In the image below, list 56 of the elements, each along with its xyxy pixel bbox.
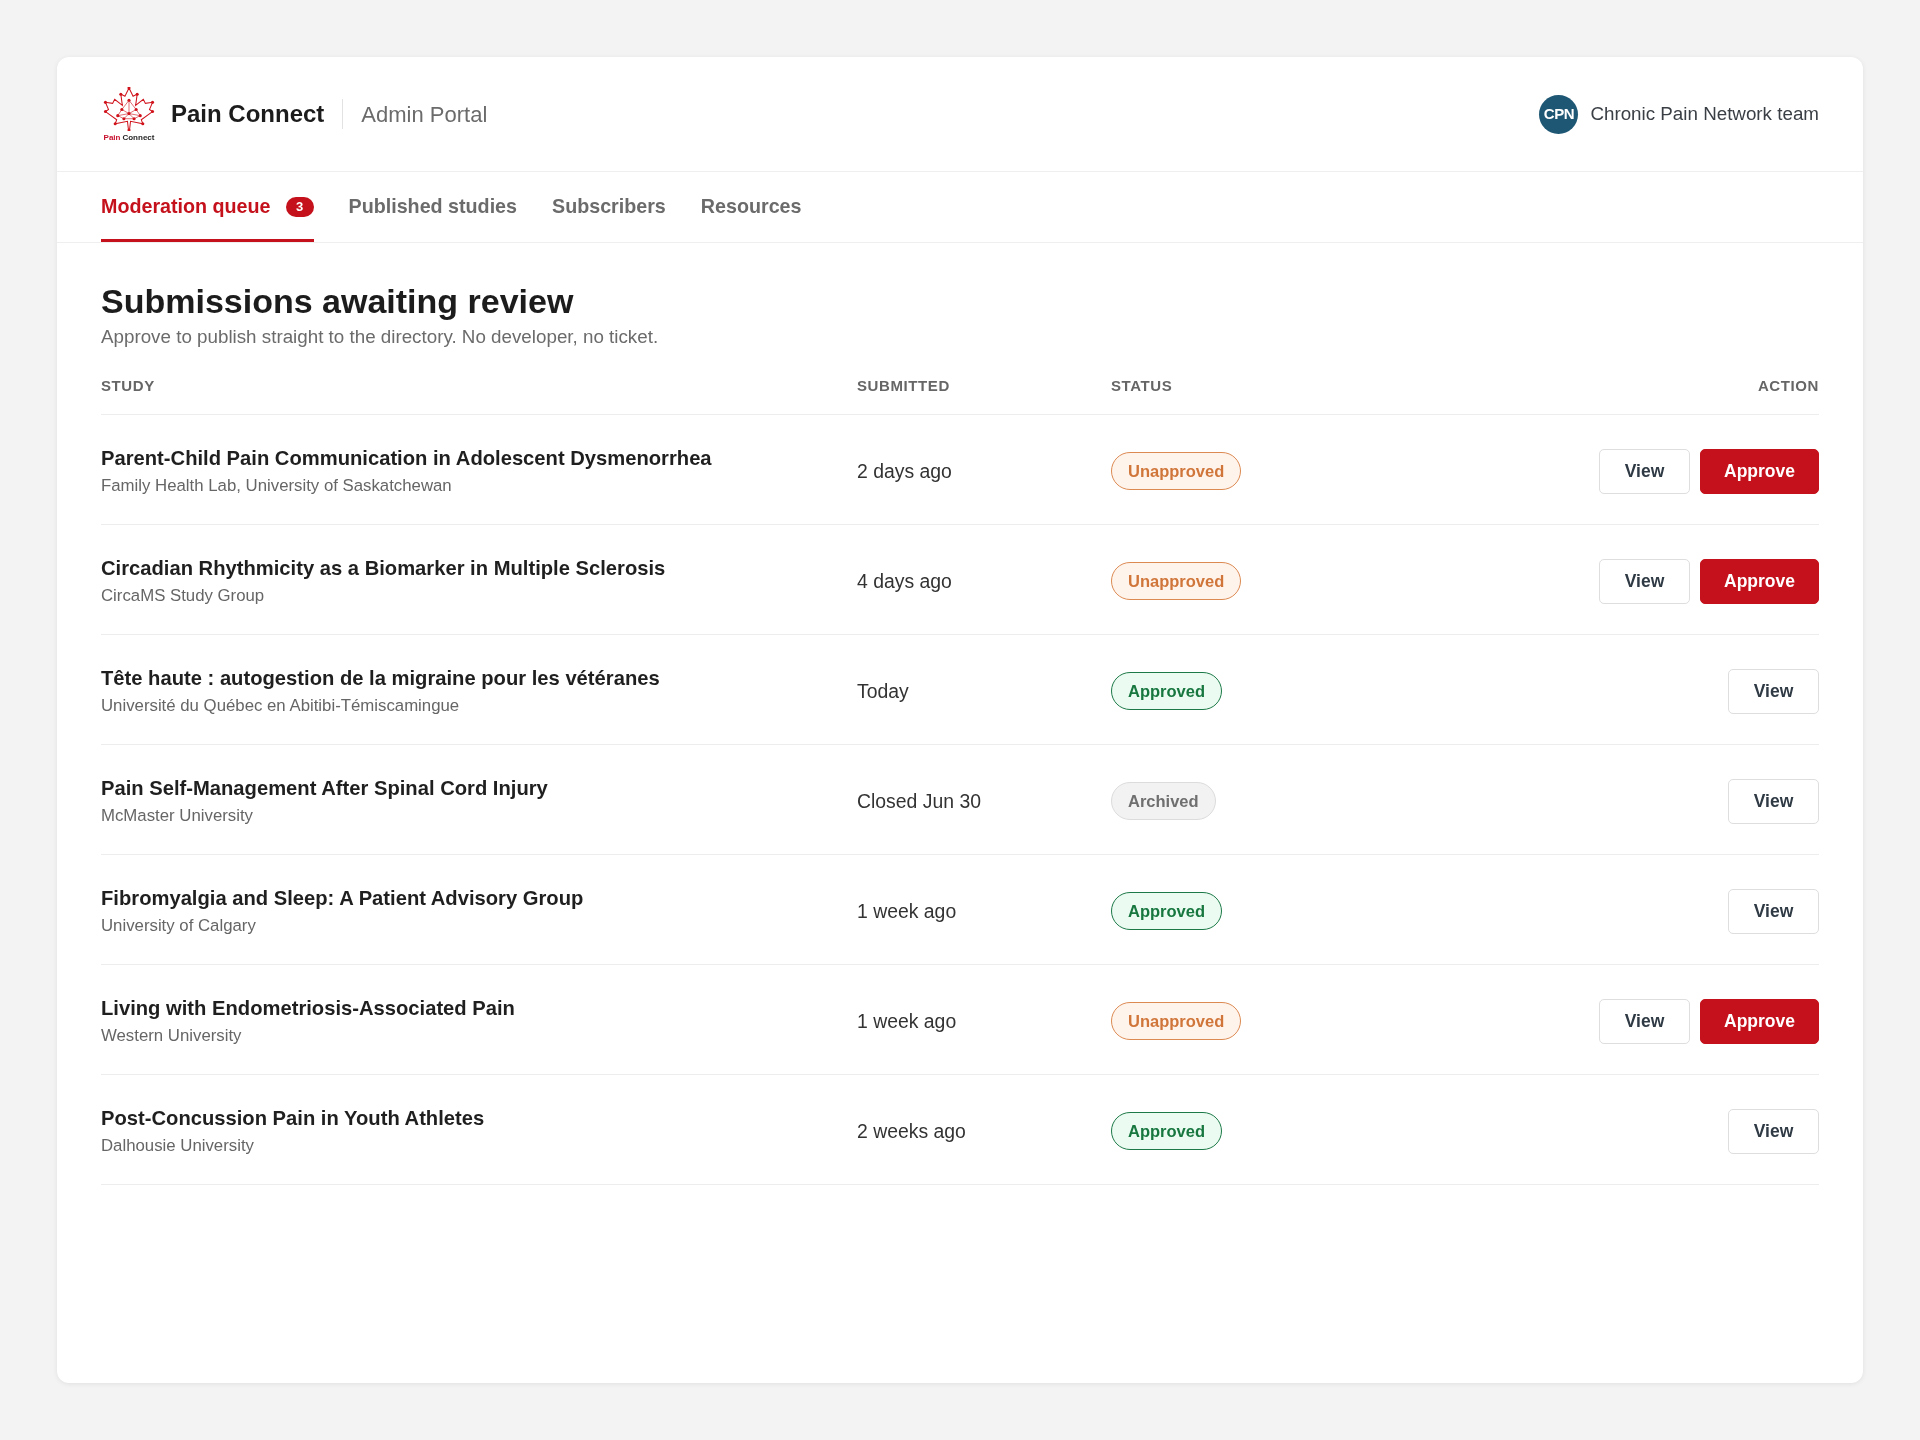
study-organization: Université du Québec en Abitibi-Témiscamingue	[101, 694, 460, 717]
column-header: ACTION	[1757, 377, 1819, 395]
view-button[interactable]: View	[1599, 998, 1690, 1044]
view-button[interactable]: View	[1599, 558, 1690, 604]
column-header: STATUS	[1111, 377, 1173, 395]
study-organization: Dalhousie University	[101, 1134, 254, 1157]
status-tag: Approved	[1111, 672, 1222, 711]
approve-button[interactable]: Approve	[1700, 448, 1819, 494]
approve-button[interactable]: Approve	[1700, 558, 1819, 604]
view-button[interactable]: View	[1728, 778, 1819, 824]
status-tag: Archived	[1111, 782, 1216, 821]
view-button[interactable]: View	[1728, 668, 1819, 714]
study-title: Post-Concussion Pain in Youth Athletes	[101, 1105, 485, 1131]
user-name: Chronic Pain Network team	[1590, 101, 1819, 126]
submitted-date: 2 days ago	[857, 459, 952, 482]
logo-text: Pain	[103, 133, 121, 142]
brand-name: Pain Connect	[171, 99, 325, 129]
submitted-date: 4 days ago	[857, 569, 952, 592]
study-title: Pain Self-Management After Spinal Cord Injury	[101, 775, 548, 801]
study-title: Tête haute : autogestion de la migraine pour les vétéranes	[101, 665, 660, 691]
submitted-date: Closed Jun 30	[857, 789, 981, 812]
status-tag: Approved	[1111, 892, 1222, 931]
column-header: STUDY	[101, 377, 155, 395]
nav-tab[interactable]: Subscribers	[552, 172, 666, 242]
status-tag: Unapproved	[1111, 562, 1242, 601]
submitted-date: 1 week ago	[857, 1009, 957, 1032]
status-tag: Approved	[1111, 1112, 1222, 1151]
nav-tab[interactable]: Moderation queue 3	[101, 172, 314, 242]
view-button[interactable]: View	[1728, 1108, 1819, 1154]
column-header: SUBMITTED	[857, 377, 950, 395]
user-avatar: CPN	[1539, 94, 1579, 134]
approve-button[interactable]: Approve	[1700, 998, 1819, 1044]
page-subtitle: Approve to publish straight to the directory. No developer, no ticket.	[101, 324, 660, 349]
view-button[interactable]: View	[1599, 448, 1690, 494]
page-title: Submissions awaiting review	[101, 281, 575, 322]
study-organization: University of Calgary	[101, 914, 256, 937]
nav-tab[interactable]: Published studies	[348, 172, 517, 242]
submitted-date: 2 weeks ago	[857, 1119, 966, 1142]
nav-tab[interactable]: Resources	[700, 172, 802, 242]
portal-label: Admin Portal	[361, 100, 488, 129]
view-button[interactable]: View	[1728, 888, 1819, 934]
tab-count: 3	[285, 196, 314, 217]
study-organization: McMaster University	[101, 804, 253, 827]
study-title: Circadian Rhythmicity as a Biomarker in Multiple Sclerosis	[101, 555, 666, 581]
study-organization: Western University	[101, 1024, 242, 1047]
submitted-date: 1 week ago	[857, 899, 957, 922]
maple-leaf-icon	[103, 86, 155, 131]
status-tag: Unapproved	[1111, 1002, 1242, 1041]
study-title: Living with Endometriosis-Associated Pain	[101, 995, 515, 1021]
submitted-date: Today	[857, 679, 909, 702]
status-tag: Unapproved	[1111, 452, 1242, 491]
study-organization: CircaMS Study Group	[101, 584, 265, 607]
study-organization: Family Health Lab, University of Saskatchewan	[101, 474, 452, 497]
logo-text: Connect	[122, 133, 155, 142]
study-title: Parent-Child Pain Communication in Adolescent Dysmenorrhea	[101, 445, 712, 471]
study-title: Fibromyalgia and Sleep: A Patient Advisory Group	[101, 885, 584, 911]
